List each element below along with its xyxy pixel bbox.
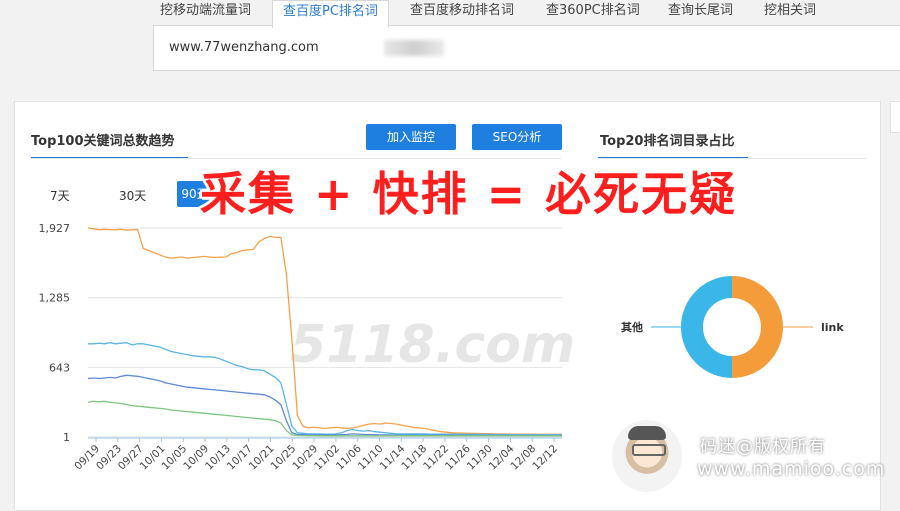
donut-slice-label: 其他 bbox=[621, 320, 643, 334]
donut-slice-1 bbox=[731, 276, 783, 378]
tab-long-tail-words[interactable]: 查询长尾词 bbox=[658, 0, 743, 26]
donut-slice-0 bbox=[681, 276, 733, 378]
tab-related-words[interactable]: 挖相关词 bbox=[754, 0, 826, 26]
domain-input-value: www.77wenzhang.com bbox=[169, 40, 319, 55]
overlay-caption: 采集 + 快排 = 必死无疑 bbox=[200, 167, 738, 221]
author-watermark: 码迷@版权所有 bbox=[700, 437, 826, 457]
blur-mask bbox=[384, 40, 444, 56]
add-monitor-button[interactable]: 加入监控 bbox=[366, 124, 456, 150]
range-30-days[interactable]: 30天 bbox=[119, 187, 146, 204]
author-watermark-url: www.mamioo.com bbox=[697, 458, 886, 480]
range-7-days[interactable]: 7天 bbox=[50, 187, 70, 204]
domain-input[interactable]: www.77wenzhang.com bbox=[153, 25, 900, 71]
directory-share-donut: 其他 link bbox=[621, 276, 844, 378]
side-panel-edge bbox=[890, 101, 900, 133]
tab-baidu-pc-rank[interactable]: 查百度PC排名词 bbox=[272, 0, 389, 28]
search-type-tabs: 挖移动端流量词 查百度PC排名词 查百度移动排名词 查360PC排名词 查询长尾… bbox=[150, 0, 900, 28]
author-avatar bbox=[612, 420, 682, 492]
avatar-hair-icon bbox=[628, 426, 666, 440]
distribution-title: Top20排名词目录占比 bbox=[600, 134, 735, 149]
avatar-glasses-icon bbox=[632, 444, 666, 456]
tab-baidu-mobile-rank[interactable]: 查百度移动排名词 bbox=[400, 0, 524, 26]
donut-slice-label: link bbox=[821, 321, 844, 334]
trend-title: Top100关键词总数趋势 bbox=[31, 134, 175, 149]
seo-analysis-button[interactable]: SEO分析 bbox=[472, 124, 562, 150]
tab-mobile-traffic-words[interactable]: 挖移动端流量词 bbox=[150, 0, 261, 26]
tab-360-pc-rank[interactable]: 查360PC排名词 bbox=[536, 0, 650, 26]
